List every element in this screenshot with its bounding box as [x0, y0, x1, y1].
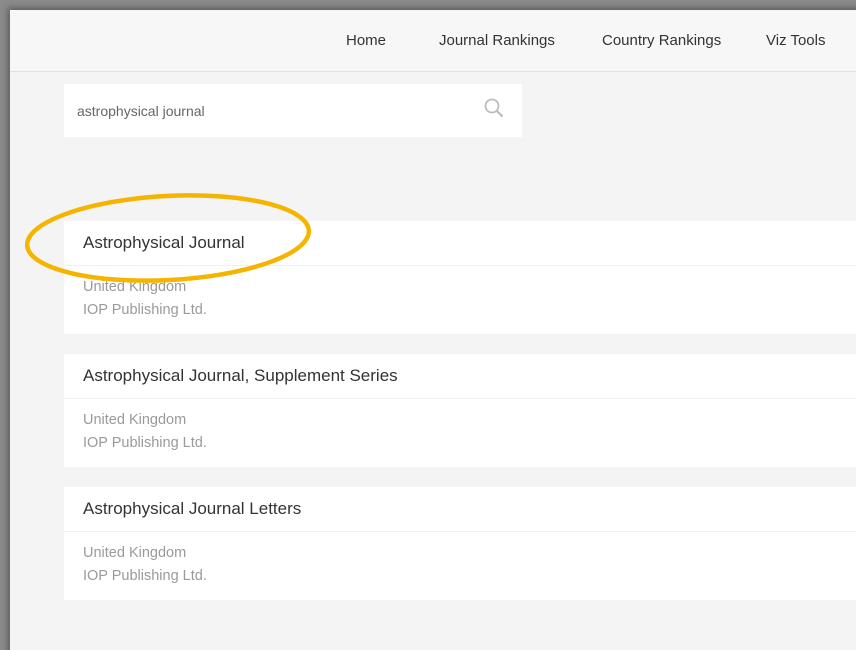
nav-journal-rankings[interactable]: Journal Rankings	[439, 32, 555, 49]
result-country: United Kingdom	[83, 279, 187, 295]
result-publisher: IOP Publishing Ltd.	[83, 435, 207, 451]
search-icon[interactable]	[483, 97, 505, 119]
top-navigation-bar: Home Journal Rankings Country Rankings V…	[10, 10, 856, 72]
result-title[interactable]: Astrophysical Journal Letters	[83, 487, 301, 531]
main-nav: Home Journal Rankings Country Rankings V…	[10, 10, 856, 72]
search-box	[64, 84, 522, 137]
result-country: United Kingdom	[83, 412, 187, 428]
result-publisher: IOP Publishing Ltd.	[83, 302, 207, 318]
nav-country-rankings[interactable]: Country Rankings	[602, 32, 721, 49]
result-divider	[64, 398, 856, 399]
result-country: United Kingdom	[83, 545, 187, 561]
result-title[interactable]: Astrophysical Journal	[83, 221, 245, 265]
result-divider	[64, 531, 856, 532]
nav-home[interactable]: Home	[346, 32, 386, 49]
search-result[interactable]: Astrophysical Journal, Supplement Series…	[64, 354, 856, 467]
search-result[interactable]: Astrophysical Journal Letters United Kin…	[64, 487, 856, 600]
search-input[interactable]	[64, 84, 464, 137]
result-divider	[64, 265, 856, 266]
result-publisher: IOP Publishing Ltd.	[83, 568, 207, 584]
search-result[interactable]: Astrophysical Journal United Kingdom IOP…	[64, 221, 856, 334]
nav-viz-tools[interactable]: Viz Tools	[766, 32, 825, 49]
browser-window: Home Journal Rankings Country Rankings V…	[10, 10, 856, 650]
result-title[interactable]: Astrophysical Journal, Supplement Series	[83, 354, 398, 398]
